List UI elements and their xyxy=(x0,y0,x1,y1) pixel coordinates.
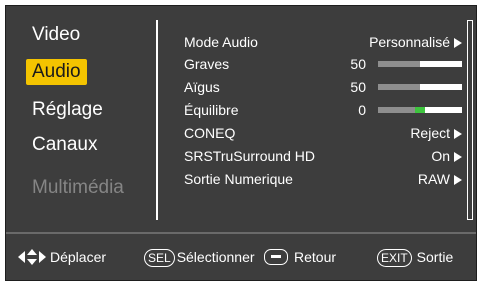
setting-mode-audio[interactable]: Mode Audio Personnalisé xyxy=(184,32,462,52)
sidebar-item-reglage[interactable]: Réglage xyxy=(26,97,109,123)
hint-select: SEL Sélectionner xyxy=(144,249,255,267)
aigus-slider[interactable] xyxy=(378,84,462,90)
slider-fill xyxy=(378,107,420,113)
scrollbar[interactable] xyxy=(467,20,473,220)
setting-equilibre[interactable]: Équilibre 0 xyxy=(184,100,462,120)
sidebar-item-canaux[interactable]: Canaux xyxy=(26,132,104,158)
slider-fill xyxy=(378,61,420,67)
setting-label: Graves xyxy=(184,56,230,72)
setting-label: Aïgus xyxy=(184,79,220,95)
hint-move: Déplacer xyxy=(18,249,106,265)
setting-aigus[interactable]: Aïgus 50 xyxy=(184,77,462,97)
arrow-right-icon xyxy=(454,152,462,162)
setting-coneq[interactable]: CONEQ Reject xyxy=(184,123,462,143)
setting-label: CONEQ xyxy=(184,125,236,141)
footer-hints: Déplacer SEL Sélectionner Retour EXIT Sort… xyxy=(6,234,476,280)
setting-value: 50 xyxy=(350,79,366,95)
back-key-icon xyxy=(264,249,288,265)
balance-marker xyxy=(415,107,425,113)
graves-slider[interactable] xyxy=(378,61,462,67)
setting-value: On xyxy=(431,146,462,166)
setting-value: Reject xyxy=(410,123,462,143)
slider-fill xyxy=(378,84,420,90)
hint-exit: EXIT Sortie xyxy=(377,249,453,267)
exit-key-icon: EXIT xyxy=(377,249,412,267)
sel-key-icon: SEL xyxy=(144,249,175,267)
setting-value: 50 xyxy=(350,56,366,72)
hint-back: Retour xyxy=(264,249,336,265)
equilibre-slider[interactable] xyxy=(378,107,462,113)
setting-graves[interactable]: Graves 50 xyxy=(184,54,462,74)
arrow-right-icon xyxy=(454,175,462,185)
setting-sortie-numerique[interactable]: Sortie Numerique RAW xyxy=(184,169,462,189)
vertical-divider xyxy=(156,20,158,220)
setting-value: 0 xyxy=(358,102,366,118)
osd-menu: Video Audio Réglage Canaux Multimédia Mo… xyxy=(5,5,477,281)
sidebar-item-video[interactable]: Video xyxy=(26,22,86,48)
arrow-right-icon xyxy=(454,129,462,139)
arrow-right-icon xyxy=(454,38,462,48)
dpad-icon xyxy=(18,249,46,265)
setting-label: Sortie Numerique xyxy=(184,171,293,187)
setting-value: Personnalisé xyxy=(369,32,462,52)
sidebar-item-multimedia: Multimédia xyxy=(32,177,124,198)
setting-value: RAW xyxy=(418,169,462,189)
setting-label: SRSTruSurround HD xyxy=(184,148,315,164)
setting-label: Mode Audio xyxy=(184,34,258,50)
sidebar-item-audio[interactable]: Audio xyxy=(26,59,87,85)
setting-label: Équilibre xyxy=(184,102,239,118)
setting-srs-trusurround[interactable]: SRSTruSurround HD On xyxy=(184,146,462,166)
